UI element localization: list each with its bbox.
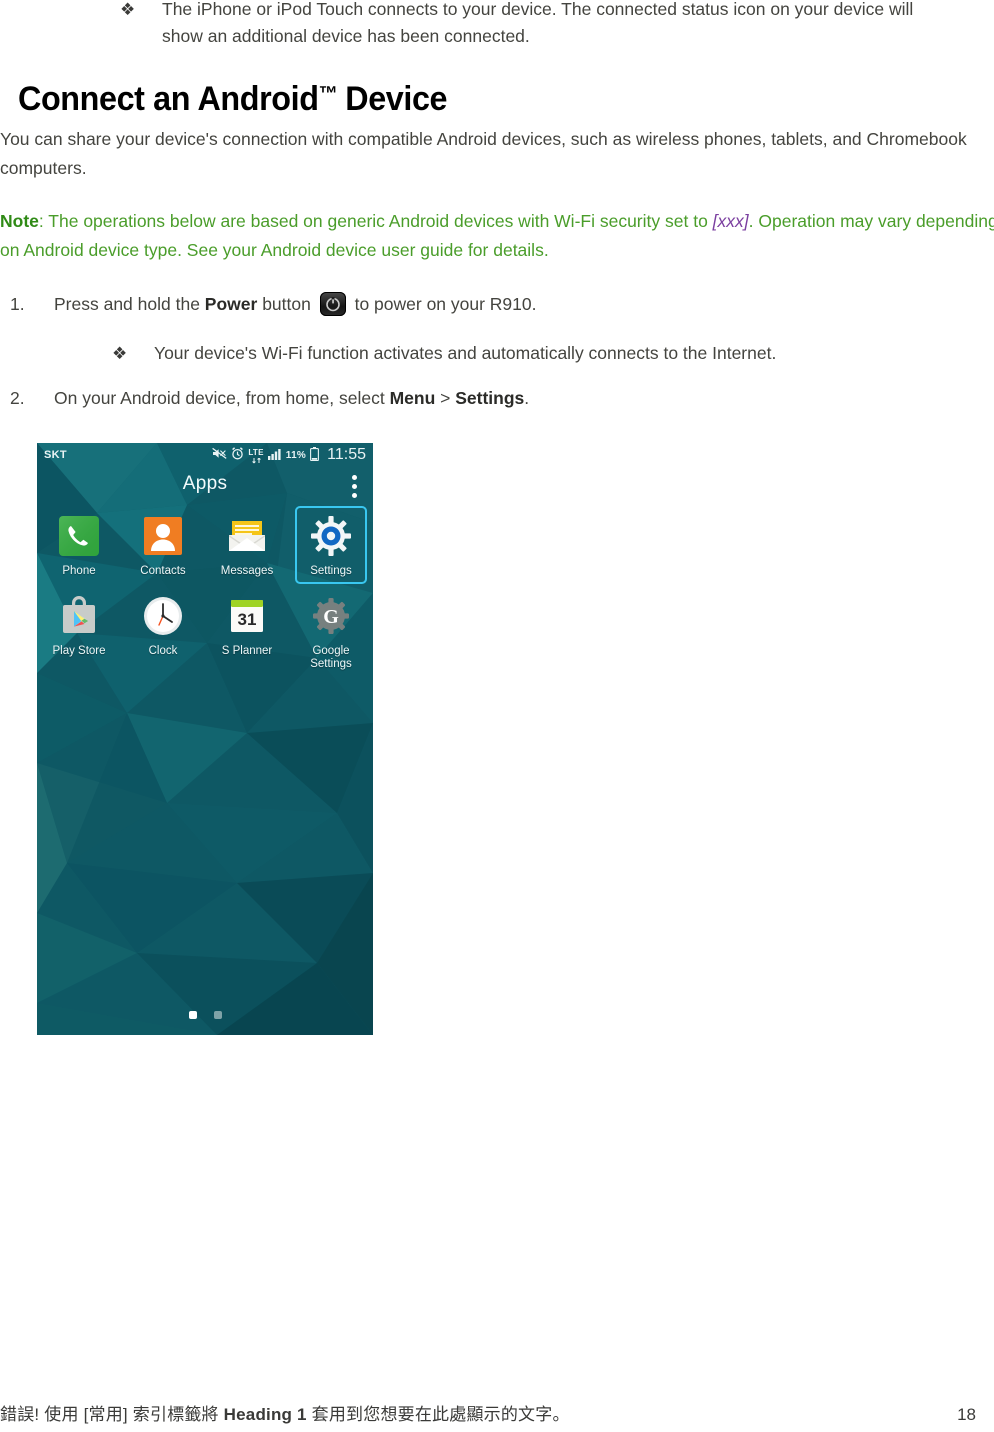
- svg-text:31: 31: [238, 610, 257, 629]
- step-1-text-tail: to power on your R910.: [349, 294, 537, 314]
- app-contacts[interactable]: Contacts: [121, 506, 205, 578]
- page-dot-active[interactable]: [188, 1011, 197, 1019]
- app-label-settings: Settings: [310, 565, 352, 577]
- step-2-bold-settings: Settings: [455, 388, 525, 408]
- app-label-messages: Messages: [220, 565, 274, 577]
- google-settings-icon: G: [309, 594, 353, 638]
- heading-text-tail: Device: [336, 80, 448, 118]
- step-2-text-tail: .: [524, 388, 530, 408]
- settings-gear-icon: [309, 514, 353, 558]
- page-indicator-dots: [37, 1011, 373, 1019]
- note-label: Note: [0, 211, 39, 231]
- app-messages[interactable]: Messages: [205, 506, 289, 578]
- calendar-icon: 31: [225, 594, 269, 638]
- step-1-text: Press and hold the Power button to power…: [54, 290, 537, 318]
- clock-icon: [141, 594, 185, 638]
- svg-text:G: G: [323, 606, 339, 628]
- intro-paragraph: You can share your device's connection w…: [0, 129, 967, 178]
- app-label-s-planner: S Planner: [221, 645, 273, 657]
- overflow-dot: [352, 484, 357, 489]
- status-bar: SKT LTE 11% 11:55: [37, 443, 373, 467]
- clock-time-label: 11:55: [327, 446, 366, 463]
- mute-icon: [212, 447, 227, 463]
- app-label-contacts: Contacts: [140, 565, 186, 577]
- document-page: ❖ The iPhone or iPod Touch connects to y…: [0, 0, 994, 1432]
- note-placeholder: [xxx]: [712, 211, 749, 231]
- page-heading: Connect an Android™ Device: [18, 80, 448, 119]
- top-bullet-item: ❖ The iPhone or iPod Touch connects to y…: [120, 0, 960, 50]
- app-settings[interactable]: Settings: [289, 506, 373, 584]
- footer-text-before: 錯誤! 使用 [常用] 索引標籤將: [0, 1405, 224, 1424]
- messages-icon: [225, 514, 269, 558]
- note-paragraph: Note: The operations below are based on …: [0, 207, 994, 265]
- overflow-menu-icon[interactable]: [352, 475, 357, 502]
- alarm-icon: [231, 447, 244, 463]
- step-1-text-after: button: [257, 294, 316, 314]
- app-play-store[interactable]: Play Store: [37, 586, 121, 671]
- note-text-part1: : The operations below are based on gene…: [38, 211, 713, 231]
- step-2-separator: >: [435, 388, 456, 408]
- app-label-play-store: Play Store: [52, 645, 106, 657]
- footer-heading-style-name: Heading 1: [223, 1405, 307, 1424]
- footer-text-after: 套用到您想要在此處顯示的文字。: [306, 1405, 570, 1424]
- apps-screen-title: Apps: [182, 473, 228, 494]
- app-row-1: Phone Contacts Messages Settings: [37, 506, 373, 584]
- app-label-google-settings: Google Settings: [310, 645, 352, 670]
- heading-trademark-symbol: ™: [318, 83, 338, 105]
- top-bullet-text: The iPhone or iPod Touch connects to you…: [162, 0, 914, 46]
- page-footer: 錯誤! 使用 [常用] 索引標籤將 Heading 1 套用到您想要在此處顯示的…: [0, 1400, 994, 1425]
- bullet-diamond-icon: ❖: [120, 0, 136, 19]
- phone-icon: [57, 514, 101, 558]
- step-1-number: 1.: [10, 294, 25, 314]
- step-2-number: 2.: [10, 388, 25, 408]
- status-bar-icons: LTE 11% 11:55: [212, 446, 366, 464]
- app-s-planner[interactable]: 31 S Planner: [205, 586, 289, 671]
- app-label-phone: Phone: [62, 565, 96, 577]
- app-phone[interactable]: Phone: [37, 506, 121, 578]
- footer-error-text: 錯誤! 使用 [常用] 索引標籤將 Heading 1 套用到您想要在此處顯示的…: [0, 1400, 957, 1425]
- battery-percent-label: 11%: [285, 449, 307, 461]
- step-1-text-before: Press and hold the: [54, 294, 205, 314]
- app-grid: Phone Contacts Messages Settings Play St…: [37, 506, 373, 679]
- step-1-sub-bullet: ❖ Your device's Wi-Fi function activates…: [112, 340, 972, 367]
- app-google-settings[interactable]: G Google Settings: [289, 586, 373, 671]
- power-button-icon: [319, 292, 346, 316]
- page-dot-inactive[interactable]: [213, 1011, 222, 1019]
- signal-icon: [267, 448, 282, 463]
- step-1-sub-bullet-text: Your device's Wi-Fi function activates a…: [154, 343, 777, 363]
- heading-text-main: Connect an Android: [18, 80, 319, 118]
- contacts-icon: [141, 514, 185, 558]
- step-2-bold-menu: Menu: [389, 388, 436, 408]
- step-2-text-before: On your Android device, from home, selec…: [54, 388, 390, 408]
- step-1: 1. Press and hold the Power button to po…: [10, 290, 970, 318]
- battery-icon: [310, 446, 320, 464]
- play-store-icon: [57, 594, 101, 638]
- page-number: 18: [957, 1405, 976, 1424]
- app-label-clock: Clock: [148, 645, 178, 657]
- android-phone-screenshot: SKT LTE 11% 11:55 Apps Phone Contacts Me…: [37, 443, 373, 1035]
- app-clock[interactable]: Clock: [121, 586, 205, 671]
- step-2: 2. On your Android device, from home, se…: [10, 384, 970, 412]
- step-2-text: On your Android device, from home, selec…: [54, 384, 529, 412]
- step-1-bold-power: Power: [204, 294, 258, 314]
- carrier-label: SKT: [44, 449, 67, 461]
- bullet-diamond-icon: ❖: [112, 344, 128, 363]
- lte-label: LTE: [248, 448, 264, 457]
- overflow-dot: [352, 475, 357, 480]
- lte-icon: LTE: [248, 446, 263, 464]
- app-row-2: Play Store Clock 31 S Planner G Google S…: [37, 586, 373, 671]
- overflow-dot: [352, 493, 357, 498]
